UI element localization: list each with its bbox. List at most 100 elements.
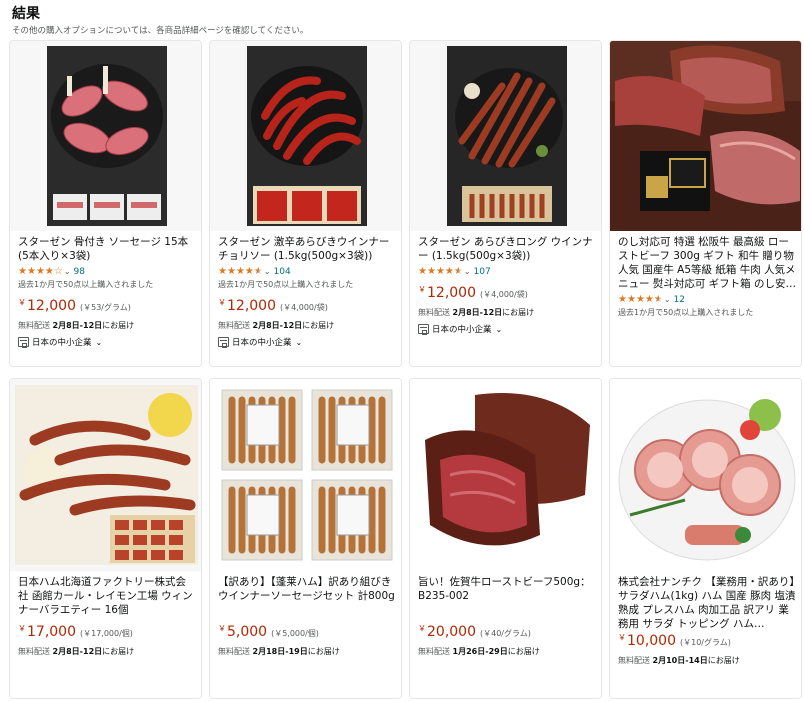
product-title[interactable]: スターゼン 激辛あらびきウインナーチョリソー (1.5kg(500g×3袋)) [218, 235, 396, 263]
product-image[interactable] [410, 41, 601, 231]
currency-symbol: ￥ [218, 298, 226, 307]
purchase-count: 過去1か月で50点以上購入されました [618, 308, 754, 317]
delivery-suffix: にお届け [507, 647, 540, 656]
chevron-down-icon[interactable]: ⌄ [64, 267, 71, 276]
star-rating[interactable]: ★ ★ ★ ★ ★ [218, 266, 263, 277]
wiener-assortment-image [15, 385, 198, 565]
product-grid: スターゼン 骨付き ソーセージ 15本 (5本入り×3袋) ★ ★ ★ ★ ☆ ⌄ 98… [9, 40, 803, 701]
product-title[interactable]: スターゼン あらびきロング ウインナー (1.5kg(500g×3袋)) [418, 235, 596, 263]
star-half-icon: ★ [253, 266, 263, 277]
delivery-date: 2月18日-19日 [252, 647, 308, 656]
delivery-info: 無料配送 2月8日-12日にお届け [18, 646, 196, 657]
product-image[interactable] [610, 41, 801, 231]
delivery-date: 2月10日-14日 [652, 656, 708, 665]
star-icon: ★ [18, 266, 27, 277]
product-image[interactable] [10, 379, 201, 571]
purchase-count: 過去1か月で50点以上購入されました [18, 280, 154, 289]
delivery-label: 無料配送 [218, 321, 250, 330]
product-card[interactable]: のし対応可 特選 松阪牛 最高級 ローストビーフ 300g ギフト 和牛 贈り物… [609, 40, 802, 367]
delivery-suffix: にお届け [102, 321, 135, 330]
sausage-packs-image [216, 385, 397, 565]
product-title[interactable]: 【訳あり】【蓬莱ハム】訳あり組びきウインナーソーセージセット 計800g [218, 575, 396, 617]
star-rating[interactable]: ★ ★ ★ ★ ★ [618, 294, 663, 305]
price-row[interactable]: ￥ 10,000 (￥10/グラム) [618, 633, 796, 651]
price[interactable]: 20,000 [427, 624, 476, 640]
product-image[interactable] [10, 41, 201, 231]
roast-beef-image [415, 385, 598, 565]
delivery-date: 2月8日-12日 [452, 308, 503, 317]
page-title: 結果 [12, 6, 40, 22]
star-icon: ☆ [53, 266, 63, 277]
delivery-label: 無料配送 [18, 647, 50, 656]
price[interactable]: 17,000 [27, 624, 76, 640]
sausage-image [246, 46, 367, 226]
price-row[interactable]: ￥ 12,000 (￥4,000/袋) [218, 298, 396, 316]
results-subtitle: その他の購入オプションについては、各商品詳細ページを確認してください。 [12, 26, 309, 36]
price-row[interactable]: ￥ 20,000 (￥40/グラム) [418, 624, 596, 642]
star-icon: ★ [44, 266, 54, 277]
price-row[interactable]: ￥ 5,000 (￥5,000/個) [218, 624, 396, 642]
product-card[interactable]: スターゼン 骨付き ソーセージ 15本 (5本入り×3袋) ★ ★ ★ ★ ☆ ⌄ 98… [9, 40, 202, 367]
product-card[interactable]: スターゼン あらびきロング ウインナー (1.5kg(500g×3袋)) ★ ★ ★… [409, 40, 602, 367]
delivery-label: 無料配送 [18, 321, 50, 330]
product-title[interactable]: のし対応可 特選 松阪牛 最高級 ローストビーフ 300g ギフト 和牛 贈り物… [618, 235, 796, 291]
product-title[interactable]: 旨い！佐賀牛ローストビーフ500g：B235-002 [418, 575, 596, 603]
price[interactable]: 12,000 [427, 285, 476, 301]
chevron-down-icon[interactable]: ⌄ [496, 325, 503, 334]
price[interactable]: 12,000 [227, 298, 276, 314]
small-business-badge[interactable]: 日本の中小企業 ⌄ [418, 323, 596, 335]
currency-symbol: ￥ [218, 624, 226, 633]
product-image[interactable] [210, 41, 401, 231]
product-title[interactable]: スターゼン 骨付き ソーセージ 15本 (5本入り×3袋) [18, 235, 196, 263]
small-business-badge[interactable]: 日本の中小企業 ⌄ [218, 336, 396, 348]
delivery-label: 無料配送 [218, 647, 250, 656]
rating-row[interactable]: ★ ★ ★ ★ ★ ⌄ 104 [218, 265, 396, 278]
price-row[interactable]: ￥ 12,000 (￥53/グラム) [18, 298, 196, 316]
star-rating[interactable]: ★ ★ ★ ★ ★ [418, 266, 463, 277]
chevron-down-icon[interactable]: ⌄ [96, 338, 103, 347]
price[interactable]: 10,000 [627, 633, 676, 649]
rating-count[interactable]: 107 [474, 267, 491, 277]
product-card[interactable]: 株式会社ナンチク 【業務用・訳あり】サラダハム(1kg) ハム 国産 豚肉 塩漬… [609, 378, 802, 699]
price[interactable]: 5,000 [227, 624, 267, 640]
product-card[interactable]: スターゼン 激辛あらびきウインナーチョリソー (1.5kg(500g×3袋)) … [209, 40, 402, 367]
product-image[interactable] [210, 379, 401, 571]
delivery-info: 無料配送 2月8日-12日にお届け [218, 320, 396, 331]
star-rating[interactable]: ★ ★ ★ ★ ☆ [18, 266, 63, 277]
currency-symbol: ￥ [418, 285, 426, 294]
delivery-label: 無料配送 [418, 308, 450, 317]
rating-row[interactable]: ★ ★ ★ ★ ☆ ⌄ 98 [18, 265, 196, 278]
product-title[interactable]: 日本ハム北海道ファクトリー株式会社 函館カール・レイモン工場 ウィンナーバラエテ… [18, 575, 196, 617]
rating-row[interactable]: ★ ★ ★ ★ ★ ⌄ 107 [418, 265, 596, 278]
rating-count[interactable]: 12 [674, 295, 685, 305]
salad-ham-image [615, 385, 798, 565]
star-icon: ★ [218, 266, 227, 277]
rating-count[interactable]: 104 [274, 267, 291, 277]
star-icon: ★ [235, 266, 245, 277]
star-icon: ★ [444, 266, 454, 277]
price[interactable]: 12,000 [27, 298, 76, 314]
star-icon: ★ [418, 266, 427, 277]
product-card[interactable]: 日本ハム北海道ファクトリー株式会社 函館カール・レイモン工場 ウィンナーバラエテ… [9, 378, 202, 699]
chevron-down-icon[interactable]: ⌄ [464, 267, 471, 276]
star-icon: ★ [26, 266, 36, 277]
product-image[interactable] [410, 379, 601, 571]
product-image[interactable] [610, 379, 801, 571]
chevron-down-icon[interactable]: ⌄ [664, 295, 671, 304]
chevron-down-icon[interactable]: ⌄ [264, 267, 271, 276]
product-title[interactable]: 株式会社ナンチク 【業務用・訳あり】サラダハム(1kg) ハム 国産 豚肉 塩漬… [618, 575, 796, 631]
chevron-down-icon[interactable]: ⌄ [296, 338, 303, 347]
price-row[interactable]: ￥ 12,000 (￥4,000/袋) [418, 285, 596, 303]
delivery-date: 1月26日-29日 [452, 647, 508, 656]
star-icon: ★ [618, 294, 627, 305]
small-business-badge[interactable]: 日本の中小企業 ⌄ [18, 336, 196, 348]
product-card[interactable]: 旨い！佐賀牛ローストビーフ500g：B235-002 ￥ 20,000 (￥40… [409, 378, 602, 699]
star-half-icon: ★ [453, 266, 463, 277]
rating-count[interactable]: 98 [74, 267, 85, 277]
rating-row[interactable]: ★ ★ ★ ★ ★ ⌄ 12 [618, 293, 796, 306]
price-row[interactable]: ￥ 17,000 (￥17,000/個) [18, 624, 196, 642]
star-half-icon: ★ [653, 294, 663, 305]
badge-label: 日本の中小企業 [432, 325, 492, 335]
badge-label: 日本の中小企業 [32, 338, 92, 348]
product-card[interactable]: 【訳あり】【蓬莱ハム】訳あり組びきウインナーソーセージセット 計800g ￥ 5… [209, 378, 402, 699]
